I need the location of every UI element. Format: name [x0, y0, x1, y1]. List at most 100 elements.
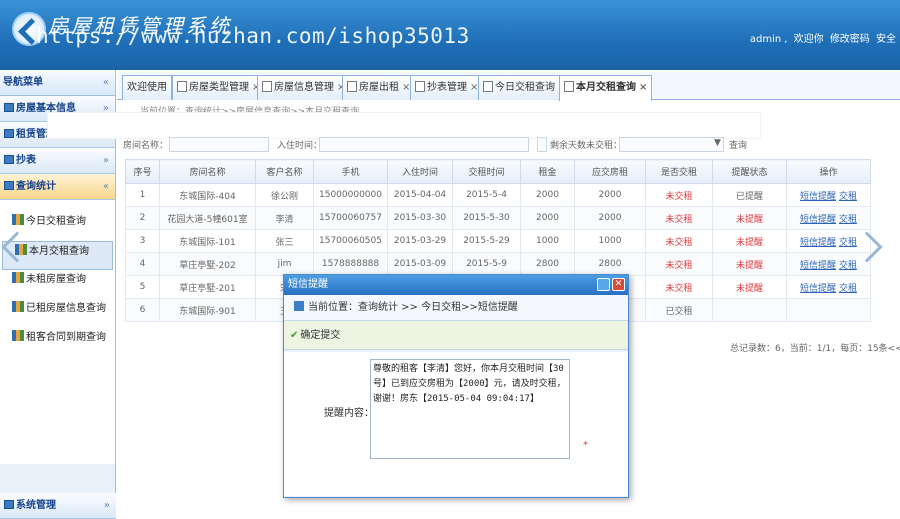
expand-icon: »: [103, 500, 110, 511]
checkin-time-label: 入住时间：: [277, 141, 323, 151]
check-icon: ✔: [290, 330, 299, 341]
tab-month-rent[interactable]: 本月交租查询 ×: [559, 75, 653, 101]
remaining-days-label: 剩余天数未交租：: [550, 141, 623, 151]
sms-remind-link[interactable]: 短信提醒: [800, 215, 836, 225]
table-cell: 未交租: [645, 252, 713, 276]
table-cell: 1000: [574, 229, 646, 253]
overlay-bar: [48, 113, 760, 138]
sms-remind-link[interactable]: 短信提醒: [800, 261, 836, 271]
sms-remind-link[interactable]: 短信提醒: [800, 192, 836, 202]
action-cell: 短信提醒 交租: [786, 252, 871, 276]
table-cell: 张三: [255, 229, 314, 253]
col-phone: 手机: [313, 159, 388, 184]
sms-reminder-dialog: 短信提醒 ✕ 当前位置：查询统计 >> 今日交租>>短信提醒 ✔ 确定提交 提醒内…: [283, 274, 629, 498]
minimize-button[interactable]: [597, 278, 610, 291]
col-rent: 租金: [520, 159, 575, 184]
logout-link[interactable]: 安全: [876, 34, 896, 45]
username: admin: [749, 34, 782, 45]
tab-meter[interactable]: 抄表管理 ×: [410, 75, 484, 100]
col-remind: 提醒状态: [712, 159, 787, 184]
col-paid: 是否交租: [645, 159, 713, 184]
option-checkbox[interactable]: [537, 137, 547, 152]
table-cell: 6: [125, 298, 160, 322]
table-cell: 15700060505: [313, 229, 388, 253]
pay-rent-link[interactable]: 交租: [839, 192, 857, 202]
dialog-breadcrumb: 当前位置：查询统计 >> 今日交租>>短信提醒: [284, 295, 628, 321]
change-password-link[interactable]: 修改密码: [830, 34, 870, 45]
sidebar-category-label: 查询统计: [16, 181, 56, 192]
tab-label: 本月交租查询: [576, 82, 636, 93]
book-icon: [12, 301, 24, 312]
col-action: 操作: [786, 159, 871, 184]
table-cell: 2: [125, 206, 160, 230]
dialog-breadcrumb-text: 当前位置：查询统计 >> 今日交租>>短信提醒: [308, 302, 518, 313]
tab-label: 房屋信息管理: [274, 82, 334, 93]
table-cell: 草庄亭墅-201: [159, 275, 256, 299]
pay-rent-link[interactable]: 交租: [839, 261, 857, 271]
table-cell: 1578888888: [313, 252, 388, 276]
table-cell: 未提醒: [712, 206, 787, 230]
collapse-sidebar-icon[interactable]: «: [103, 70, 109, 96]
sidebar-category-meter[interactable]: 抄表 »: [0, 148, 115, 174]
table-header-row: 序号 房间名称 客户名称 手机 入住时间 交租时间 租金 应交房租 是否交租 提…: [125, 159, 871, 184]
reminder-content-label: 提醒内容：: [324, 408, 374, 419]
sms-remind-link[interactable]: 短信提醒: [800, 284, 836, 294]
pay-rent-link[interactable]: 交租: [839, 215, 857, 225]
confirm-submit-button[interactable]: ✔ 确定提交: [284, 321, 628, 350]
app-header: 房屋租赁管理系统 https://www.huzhan.com/ishop350…: [0, 0, 900, 70]
tab-label: 欢迎使用: [127, 82, 167, 93]
page-icon: [177, 81, 187, 92]
confirm-submit-label: 确定提交: [300, 330, 341, 341]
sidebar-item-vacant[interactable]: 未租房屋查询: [0, 270, 115, 299]
tab-today-rent[interactable]: 今日交租查询×: [478, 75, 572, 100]
pay-rent-link[interactable]: 交租: [839, 284, 857, 294]
tab-house-info[interactable]: 房屋信息管理×: [257, 75, 351, 100]
checkin-time-input[interactable]: [319, 137, 529, 152]
sidebar-item-contract-expiry[interactable]: 租客合同到期查询: [0, 328, 115, 357]
table-cell: 东城国际-404: [159, 183, 256, 207]
sidebar-category-label: 抄表: [16, 155, 36, 166]
dialog-close-button[interactable]: ✕: [612, 278, 625, 291]
table-cell: 2015-5-30: [452, 206, 521, 230]
tab-welcome[interactable]: 欢迎使用: [122, 75, 172, 100]
sidebar-category-query[interactable]: 查询统计 «: [0, 174, 115, 200]
folder-icon: [4, 181, 14, 190]
table-row: 1 东城国际-404 徐公刚 15000000000 2015-04-04 2015-5-…: [125, 183, 871, 207]
book-icon: [12, 272, 24, 283]
table-cell: 未提醒: [712, 252, 787, 276]
close-icon[interactable]: ×: [639, 82, 647, 93]
filter-bar: 房间名称： 入住时间： 剩余天数未交租： ▼ 查询: [117, 136, 900, 155]
dialog-title: 短信提醒: [288, 279, 328, 290]
book-icon: [12, 330, 24, 341]
action-cell: 短信提醒 交租: [786, 275, 871, 299]
table-cell: 未交租: [645, 183, 713, 207]
col-due: 应交房租: [574, 159, 646, 184]
sms-remind-link[interactable]: 短信提醒: [800, 238, 836, 248]
action-cell: 短信提醒 交租: [786, 206, 871, 230]
collapse-icon: «: [102, 181, 109, 192]
table-cell: 2000: [574, 206, 646, 230]
table-cell: 李清: [255, 206, 314, 230]
table-cell: 3: [125, 229, 160, 253]
tab-house-type[interactable]: 房屋类型管理×: [172, 75, 266, 100]
chevron-down-icon[interactable]: ▼: [714, 138, 721, 148]
house-name-label: 房间名称：: [123, 141, 169, 151]
sidebar-item-rented[interactable]: 已租房屋信息查询: [0, 299, 115, 328]
dialog-body: 提醒内容： *: [284, 352, 628, 496]
tab-house-rent[interactable]: 房屋出租 ×: [342, 75, 416, 100]
table-cell: 1000: [520, 229, 575, 253]
house-name-input[interactable]: [169, 137, 269, 152]
remaining-days-select[interactable]: [619, 137, 724, 152]
reminder-content-textarea[interactable]: [370, 359, 570, 459]
table-cell: 未交租: [645, 229, 713, 253]
table-cell: 15000000000: [313, 183, 388, 207]
table-cell: 1: [125, 183, 160, 207]
page-icon: [415, 81, 425, 92]
book-icon: [12, 214, 24, 225]
sidebar-category-system[interactable]: 系统管理 »: [0, 493, 116, 519]
table-cell: 2015-03-29: [387, 229, 453, 253]
page-icon: [262, 81, 272, 92]
table-cell: 花园大道-5幢601室: [159, 206, 256, 230]
query-button[interactable]: 查询: [729, 138, 747, 151]
table-cell: 未提醒: [712, 275, 787, 299]
